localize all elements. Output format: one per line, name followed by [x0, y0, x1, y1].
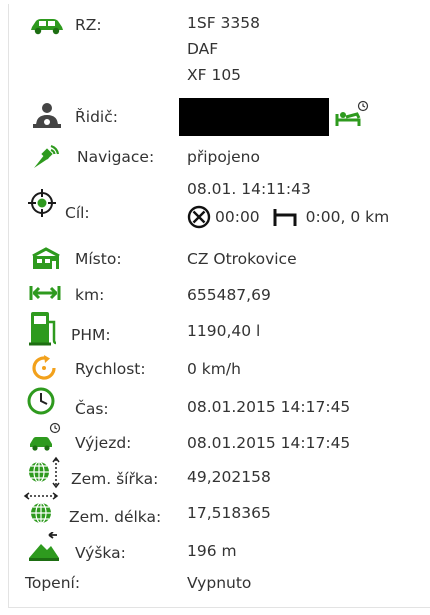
target-eta: 00:00 0:00, 0 km — [187, 202, 389, 232]
time-label: Čas: — [75, 400, 109, 418]
longitude-label: Zem. délka: — [69, 508, 162, 526]
row-place: Místo: CZ Otrokovice — [9, 244, 430, 274]
altitude-label: Výška: — [75, 544, 126, 562]
target-label: Cíl: — [65, 204, 90, 222]
speed-label: Rychlost: — [75, 360, 146, 378]
row-speed: Rychlost: 0 km/h — [9, 352, 430, 384]
row-heating: Topení: Vypnuto — [9, 570, 430, 600]
fuel-label: PHM: — [71, 326, 111, 344]
target-value: 08.01. 14:11:43 00:00 0:00, 0 km — [187, 176, 389, 232]
target-time: 08.01. 14:11:43 — [187, 180, 311, 198]
target-remaining: 00:00 — [215, 208, 260, 226]
navigation-value: připojeno — [187, 148, 260, 166]
speed-value: 0 km/h — [187, 360, 241, 378]
row-time: Čas: 08.01.2015 14:17:45 — [9, 386, 430, 422]
row-departure: Výjezd: 08.01.2015 14:17:45 — [9, 422, 430, 454]
building-icon — [31, 246, 61, 274]
latitude-value: 49,202158 — [187, 468, 271, 486]
fuel-value: 1190,40 l — [187, 322, 261, 340]
row-longitude: Zem. délka: 17,518365 — [9, 492, 430, 528]
time-value: 08.01.2015 14:17:45 — [187, 398, 351, 416]
speed-icon — [29, 354, 59, 386]
row-latitude: Zem. šířka: 49,202158 — [9, 456, 430, 492]
row-target: Cíl: 08.01. 14:11:43 00:00 0:00, 0 km — [9, 174, 430, 238]
km-label: km: — [75, 286, 105, 304]
km-value: 655487,69 — [187, 286, 271, 304]
longitude-value: 17,518365 — [187, 504, 271, 522]
departure-label: Výjezd: — [75, 434, 132, 452]
vehicle-make: DAF — [187, 40, 219, 58]
altitude-icon — [27, 531, 61, 566]
cancel-circle-icon — [187, 205, 215, 229]
place-value: CZ Otrokovice — [187, 250, 297, 268]
row-navigation: Navigace: připojeno — [9, 142, 430, 172]
crosshair-icon — [27, 188, 57, 222]
car-icon — [29, 15, 65, 39]
row-km: km: 655487,69 — [9, 280, 430, 310]
rest-bed-icon — [272, 207, 302, 227]
row-rz: RZ: 1SF 3358 DAF XF 105 — [9, 10, 430, 94]
driver-label: Řidič: — [75, 108, 118, 126]
departure-icon — [27, 422, 63, 456]
departure-value: 08.01.2015 14:17:45 — [187, 434, 351, 452]
rz-value: 1SF 3358 DAF XF 105 — [187, 10, 260, 88]
rz-label: RZ: — [75, 16, 102, 34]
row-driver: Řidič: — [9, 98, 430, 140]
distance-icon — [29, 282, 61, 308]
satellite-icon — [31, 142, 61, 174]
altitude-value: 196 m — [187, 542, 237, 560]
heating-value: Vypnuto — [187, 574, 252, 592]
clock-icon — [27, 386, 57, 422]
latitude-label: Zem. šířka: — [71, 470, 159, 488]
vehicle-model: XF 105 — [187, 66, 242, 84]
row-fuel: PHM: 1190,40 l — [9, 310, 430, 348]
place-label: Místo: — [75, 250, 122, 268]
driver-name-redacted — [179, 98, 329, 136]
driver-icon — [31, 102, 63, 134]
row-altitude: Výška: 196 m — [9, 530, 430, 564]
navigation-label: Navigace: — [77, 148, 155, 166]
heating-label: Topení: — [25, 574, 81, 592]
fuel-icon — [29, 310, 59, 350]
vehicle-info-panel: RZ: 1SF 3358 DAF XF 105 Řidič: Navigace:… — [8, 4, 430, 608]
globe-latitude-icon — [25, 456, 61, 494]
resting-driver-icon — [335, 100, 371, 134]
plate-number: 1SF 3358 — [187, 14, 260, 32]
globe-longitude-icon — [23, 492, 59, 530]
target-rest: 0:00, 0 km — [305, 208, 390, 226]
